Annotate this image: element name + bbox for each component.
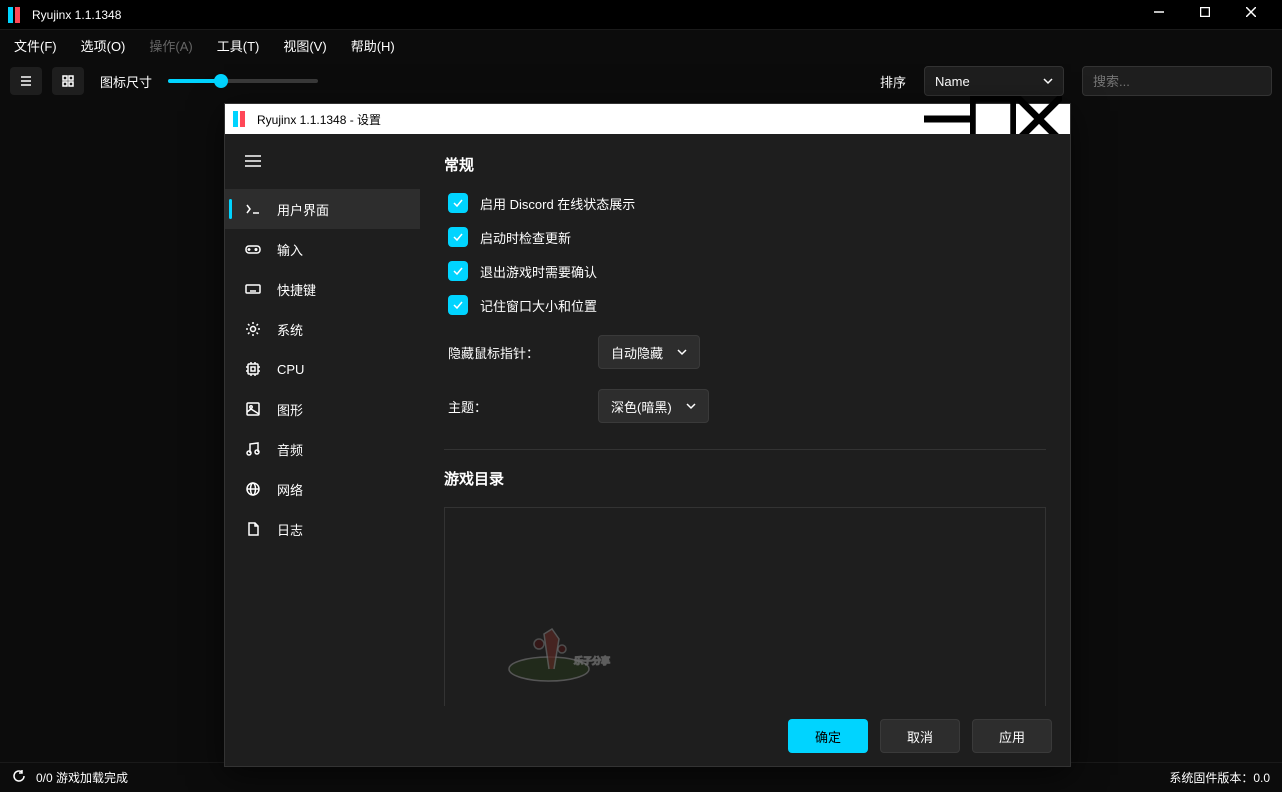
- label-check-update: 启动时检查更新: [480, 228, 571, 247]
- icon-size-label: 图标尺寸: [100, 72, 152, 91]
- icon-size-slider[interactable]: [168, 79, 318, 83]
- ui-icon: [245, 201, 261, 217]
- sort-dropdown[interactable]: Name: [924, 66, 1064, 96]
- nav-audio[interactable]: 音频: [225, 429, 420, 469]
- chevron-down-icon: [1043, 76, 1053, 86]
- globe-icon: [245, 481, 261, 497]
- settings-minimize-button[interactable]: [924, 104, 970, 134]
- list-view-button[interactable]: [10, 67, 42, 95]
- nav-graphics[interactable]: 图形: [225, 389, 420, 429]
- menu-view[interactable]: 视图(V): [277, 32, 332, 59]
- settings-close-button[interactable]: [1016, 104, 1062, 134]
- chevron-down-icon: [686, 401, 696, 411]
- menu-help[interactable]: 帮助(H): [345, 32, 401, 59]
- cursor-label: 隐藏鼠标指针：: [448, 343, 578, 362]
- settings-dialog: Ryujinx 1.1.1348 - 设置 用户界面 输入 快捷键 系统 CPU…: [224, 103, 1071, 767]
- cursor-select[interactable]: 自动隐藏: [598, 335, 700, 369]
- menu-options[interactable]: 选项(O): [75, 32, 132, 59]
- checkbox-check-update[interactable]: [448, 227, 468, 247]
- nav-hotkeys[interactable]: 快捷键: [225, 269, 420, 309]
- nav-ui[interactable]: 用户界面: [225, 189, 420, 229]
- nav-cpu[interactable]: CPU: [225, 349, 420, 389]
- main-titlebar: Ryujinx 1.1.1348: [0, 0, 1282, 30]
- nav-input[interactable]: 输入: [225, 229, 420, 269]
- gamepad-icon: [245, 241, 261, 257]
- menu-action: 操作(A): [143, 32, 198, 59]
- settings-footer: 确定 取消 应用: [225, 706, 1070, 766]
- settings-window-title: Ryujinx 1.1.1348 - 设置: [257, 111, 381, 128]
- keyboard-icon: [245, 281, 261, 297]
- chevron-down-icon: [677, 347, 687, 357]
- ok-button[interactable]: 确定: [788, 719, 868, 753]
- settings-sidebar: 用户界面 输入 快捷键 系统 CPU 图形 音频 网络 日志: [225, 134, 420, 706]
- search-input[interactable]: [1082, 66, 1272, 96]
- settings-content: 常规 启用 Discord 在线状态展示 启动时检查更新 退出游戏时需要确认 记…: [420, 134, 1070, 706]
- theme-select[interactable]: 深色(暗黑): [598, 389, 709, 423]
- theme-label: 主题：: [448, 397, 578, 416]
- image-icon: [245, 401, 261, 417]
- nav-system[interactable]: 系统: [225, 309, 420, 349]
- app-logo-icon: [233, 111, 249, 127]
- close-button[interactable]: [1228, 0, 1274, 27]
- hamburger-icon[interactable]: [225, 146, 420, 189]
- main-window-title: Ryujinx 1.1.1348: [32, 8, 121, 22]
- sort-label: 排序: [880, 72, 906, 91]
- apply-button[interactable]: 应用: [972, 719, 1052, 753]
- checkbox-discord[interactable]: [448, 193, 468, 213]
- game-directories-list[interactable]: [444, 507, 1046, 706]
- checkbox-confirm-exit[interactable]: [448, 261, 468, 281]
- menu-tools[interactable]: 工具(T): [211, 32, 266, 59]
- grid-view-button[interactable]: [52, 67, 84, 95]
- cpu-icon: [245, 361, 261, 377]
- menu-file[interactable]: 文件(F): [8, 32, 63, 59]
- settings-titlebar: Ryujinx 1.1.1348 - 设置: [225, 104, 1070, 134]
- checkbox-remember-window[interactable]: [448, 295, 468, 315]
- general-heading: 常规: [444, 154, 1046, 175]
- file-icon: [245, 521, 261, 537]
- status-right: 系统固件版本：0.0: [1169, 769, 1270, 786]
- toolbar: 图标尺寸 排序 Name: [0, 60, 1282, 102]
- gamedirs-heading: 游戏目录: [444, 468, 1046, 489]
- menubar: 文件(F) 选项(O) 操作(A) 工具(T) 视图(V) 帮助(H): [0, 30, 1282, 60]
- divider: [444, 449, 1046, 450]
- sort-value: Name: [935, 74, 970, 89]
- refresh-icon[interactable]: [12, 769, 26, 786]
- app-logo-icon: [8, 7, 24, 23]
- nav-network[interactable]: 网络: [225, 469, 420, 509]
- label-confirm-exit: 退出游戏时需要确认: [480, 262, 597, 281]
- settings-maximize-button[interactable]: [970, 104, 1016, 134]
- minimize-button[interactable]: [1136, 0, 1182, 27]
- cancel-button[interactable]: 取消: [880, 719, 960, 753]
- music-icon: [245, 441, 261, 457]
- label-discord: 启用 Discord 在线状态展示: [480, 194, 635, 213]
- maximize-button[interactable]: [1182, 0, 1228, 27]
- gear-icon: [245, 321, 261, 337]
- status-left: 0/0 游戏加载完成: [36, 769, 128, 786]
- nav-logging[interactable]: 日志: [225, 509, 420, 549]
- label-remember-window: 记住窗口大小和位置: [480, 296, 597, 315]
